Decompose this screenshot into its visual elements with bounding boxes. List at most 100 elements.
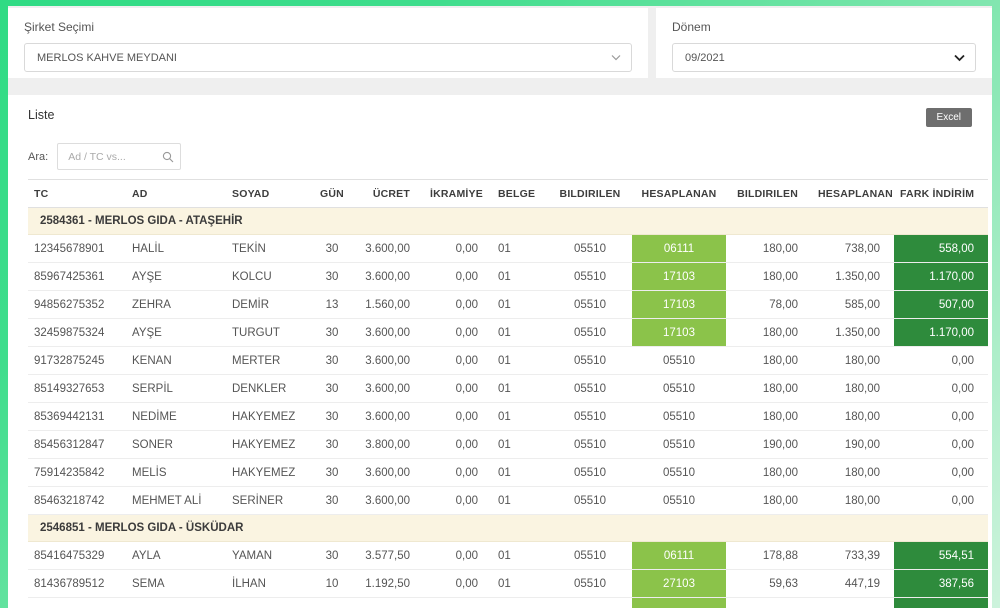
table-cell: 180,00 (726, 486, 812, 515)
table-cell: 180,00 (726, 318, 812, 347)
column-header: GÜN (308, 179, 356, 208)
table-cell: 30 (308, 234, 356, 263)
search-label: Ara: (28, 150, 49, 163)
table-cell: 85149327653 (28, 374, 126, 403)
column-header: TC (28, 179, 126, 208)
table-cell: 13 (308, 290, 356, 319)
table-cell: SONER (126, 430, 226, 459)
table-cell: 0,00 (424, 234, 492, 263)
table-cell: 190,00 (726, 430, 812, 459)
table-cell: 17103 (632, 262, 726, 291)
table-cell: SERİNER (226, 486, 308, 515)
table-cell: 0,00 (424, 262, 492, 291)
table-cell: 30 (308, 346, 356, 375)
table-cell: 3.600,00 (356, 458, 424, 487)
table-cell: 05510 (632, 346, 726, 375)
table-cell: 94856275352 (28, 290, 126, 319)
table-cell: 1.192,50 (356, 569, 424, 598)
group-title: 2584361 - MERLOS GIDA - ATAŞEHİR (28, 207, 988, 235)
table-cell: 0,00 (424, 318, 492, 347)
table-cell: MERTER (226, 346, 308, 375)
table-cell: 0,00 (424, 346, 492, 375)
column-header: AD (126, 179, 226, 208)
excel-export-button[interactable]: Excel (925, 108, 972, 127)
table-cell: 05510 (632, 458, 726, 487)
table-cell: 190,00 (812, 430, 894, 459)
table-cell: 91732875245 (28, 346, 126, 375)
table-row: 32459875324 AYŞE TURGUT 30 3.600,00 0,00 01 055… (28, 318, 988, 347)
table-cell: 17103 (632, 318, 726, 347)
table-cell: 733,39 (812, 541, 894, 570)
table-cell: 27103 (632, 569, 726, 598)
table-cell: 30 (308, 430, 356, 459)
table-cell: 30 (308, 262, 356, 291)
table-cell: 180,00 (726, 374, 812, 403)
column-header: HESAPLANAN (812, 179, 894, 208)
table-cell: SERPİL (126, 374, 226, 403)
table-cell: 3.600,00 (356, 262, 424, 291)
table-cell: 180,00 (726, 234, 812, 263)
period-select[interactable]: 09/2021 (672, 43, 976, 72)
table-cell: 01 (492, 290, 548, 319)
group-title: 2546851 - MERLOS GIDA - ÜSKÜDAR (28, 514, 988, 542)
table-cell: 30 (308, 486, 356, 515)
table-cell: 01 (492, 486, 548, 515)
column-header: BILDIRILEN (548, 179, 632, 208)
table-cell (812, 597, 894, 608)
table-row: 85149327653 SERPİL DENKLER 30 3.600,00 0,00 01… (28, 374, 988, 403)
table-cell: 30 (308, 541, 356, 570)
table-cell (226, 597, 308, 608)
table-cell: 0,00 (894, 458, 988, 487)
table-cell: 81436789512 (28, 569, 126, 598)
table-cell: 1.350,00 (812, 262, 894, 291)
table-cell: 05510 (548, 402, 632, 431)
table-row: 85416475329 AYLA YAMAN 30 3.577,50 0,00 01 0551… (28, 541, 988, 570)
table-cell: 585,00 (812, 290, 894, 319)
table-row: 85456312847 SONER HAKYEMEZ 30 3.800,00 0,00 01… (28, 430, 988, 459)
table-cell: 0,00 (894, 486, 988, 515)
table-cell: 05510 (548, 486, 632, 515)
search-input[interactable] (57, 143, 182, 170)
table-cell: 3.600,00 (356, 374, 424, 403)
table-cell: 1.560,00 (356, 290, 424, 319)
table-cell: 85416475329 (28, 541, 126, 570)
table-row: 91732875245 KENAN MERTER 30 3.600,00 0,00 01 05… (28, 346, 988, 375)
table-cell: 180,00 (812, 458, 894, 487)
column-header: FARK İNDİRİM (894, 179, 988, 208)
table-cell: 0,00 (424, 430, 492, 459)
table-cell (632, 597, 726, 608)
table-cell (356, 597, 424, 608)
table-cell (726, 597, 812, 608)
table-cell: 05510 (632, 374, 726, 403)
table-cell (308, 597, 356, 608)
table-cell: HALİL (126, 234, 226, 263)
table-cell: ZEHRA (126, 290, 226, 319)
table-row: 75914235842 MELİS HAKYEMEZ 30 3.600,00 0,00 01… (28, 458, 988, 487)
table-cell: 85967425361 (28, 262, 126, 291)
table-cell: 05510 (548, 318, 632, 347)
company-select[interactable]: MERLOS KAHVE MEYDANI (24, 43, 632, 72)
company-select-value: MERLOS KAHVE MEYDANI (37, 51, 177, 64)
table-cell: 3.600,00 (356, 346, 424, 375)
table-cell: 05510 (632, 430, 726, 459)
table-cell: 05510 (632, 486, 726, 515)
table-cell: 12345678901 (28, 234, 126, 263)
table-cell: 558,00 (894, 234, 988, 263)
table-row: 12345678901 HALİL TEKİN 30 3.600,00 0,00 01 055… (28, 234, 988, 263)
table-cell: 05510 (548, 569, 632, 598)
period-filter-card: Dönem 09/2021 (656, 8, 992, 78)
table-cell: YAMAN (226, 541, 308, 570)
table-cell: 01 (492, 569, 548, 598)
table-cell: 180,00 (812, 374, 894, 403)
table-cell: AYLA (126, 541, 226, 570)
table-cell: 30 (308, 402, 356, 431)
table-cell: 180,00 (812, 346, 894, 375)
table-cell (126, 597, 226, 608)
table-cell: 85463218742 (28, 486, 126, 515)
table-cell: 01 (492, 374, 548, 403)
table-cell: 30 (308, 458, 356, 487)
table-cell: 180,00 (726, 262, 812, 291)
table-cell: 0,00 (894, 402, 988, 431)
table-cell: 180,00 (726, 402, 812, 431)
table-cell: 01 (492, 541, 548, 570)
